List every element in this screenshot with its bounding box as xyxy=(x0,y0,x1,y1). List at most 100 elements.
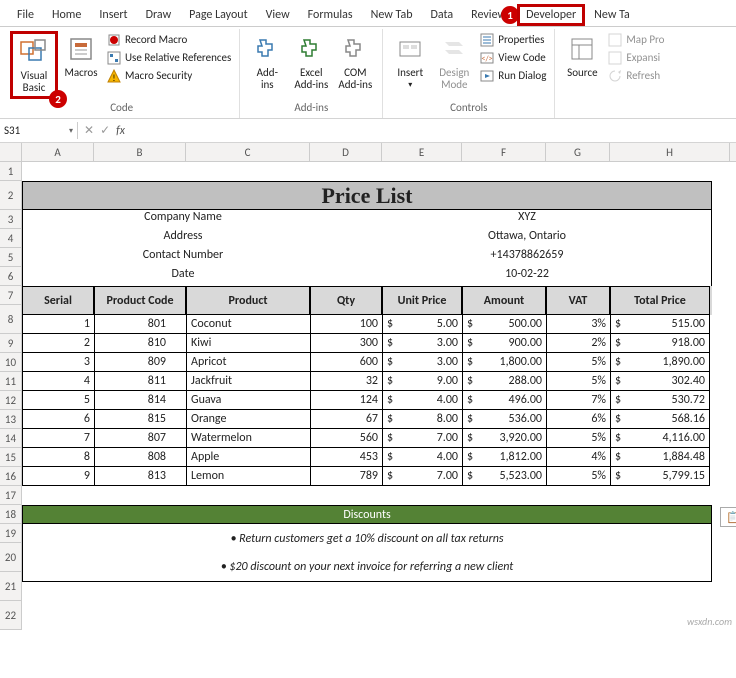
col-header-g[interactable]: G xyxy=(546,143,610,161)
table-row[interactable]: 1801Coconut100$5.00$500.003%$515.00 xyxy=(22,315,712,334)
tab-page-layout[interactable]: Page Layout xyxy=(180,4,256,26)
discount-line-2: • $20 discount on your next invoice for … xyxy=(23,553,711,582)
formula-bar-row: S31 ▾ ✕ ✓ fx xyxy=(0,119,736,143)
table-row[interactable]: 2810Kiwi300$3.00$900.002%$918.00 xyxy=(22,334,712,353)
col-header-f[interactable]: F xyxy=(462,143,546,161)
insert-control-button[interactable]: Insert ▾ xyxy=(389,31,431,92)
tab-new-tab[interactable]: New Tab xyxy=(362,4,422,26)
table-cell: 560 xyxy=(310,429,382,448)
refresh-button[interactable]: Refresh xyxy=(605,67,666,84)
table-cell: $1,812.00 xyxy=(462,448,546,467)
relative-refs-button[interactable]: Use Relative References xyxy=(104,49,233,66)
tab-insert[interactable]: Insert xyxy=(90,4,136,26)
cancel-formula-icon[interactable]: ✕ xyxy=(84,123,94,138)
col-header-e[interactable]: E xyxy=(382,143,462,161)
record-macro-button[interactable]: Record Macro xyxy=(104,31,233,48)
table-cell: 7% xyxy=(546,391,610,410)
excel-addins-button[interactable]: Excel Add-ins xyxy=(290,31,332,93)
table-row[interactable]: 4811Jackfruit32$9.00$288.005%$302.40 xyxy=(22,372,712,391)
row-header-14[interactable]: 14 xyxy=(0,429,22,448)
table-row[interactable]: 5814Guava124$4.00$496.007%$530.72 xyxy=(22,391,712,410)
run-dialog-button[interactable]: Run Dialog xyxy=(477,67,548,84)
table-cell: 3% xyxy=(546,315,610,334)
table-row[interactable]: 9813Lemon789$7.00$5,523.005%$5,799.15 xyxy=(22,467,712,486)
row-header-15[interactable]: 15 xyxy=(0,448,22,467)
addins-button[interactable]: Add- ins xyxy=(246,31,288,93)
com-addins-button[interactable]: COM Add-ins xyxy=(334,31,376,93)
select-all-corner[interactable] xyxy=(0,143,22,161)
table-row[interactable]: 3809Apricot600$3.00$1,800.005%$1,890.00 xyxy=(22,353,712,372)
row-header-16[interactable]: 16 xyxy=(0,467,22,486)
tab-file[interactable]: File xyxy=(8,4,43,26)
tab-new-ta[interactable]: New Ta xyxy=(585,4,639,26)
map-properties-button[interactable]: Map Pro xyxy=(605,31,666,48)
table-header: Serial xyxy=(22,286,94,315)
confirm-formula-icon[interactable]: ✓ xyxy=(100,123,110,138)
tab-developer[interactable]: Developer xyxy=(517,4,585,26)
table-cell: Guava xyxy=(186,391,310,410)
col-header-b[interactable]: B xyxy=(94,143,186,161)
row-header-3[interactable]: 3 xyxy=(0,210,22,229)
tab-data[interactable]: Data xyxy=(422,4,463,26)
name-box[interactable]: S31 ▾ xyxy=(0,122,78,139)
row-header-2[interactable]: 2 xyxy=(0,181,22,210)
row-header-7[interactable]: 7 xyxy=(0,286,22,305)
table-row[interactable]: 7807Watermelon560$7.00$3,920.005%$4,116.… xyxy=(22,429,712,448)
table-cell: 2% xyxy=(546,334,610,353)
table-cell: 814 xyxy=(94,391,186,410)
info-label: Address xyxy=(23,229,343,248)
row-header-5[interactable]: 5 xyxy=(0,248,22,267)
info-row: Contact Number+14378862659 xyxy=(22,248,712,267)
table-row[interactable]: 8808Apple453$4.00$1,812.004%$1,884.48 xyxy=(22,448,712,467)
row-header-20[interactable]: 20 xyxy=(0,543,22,572)
table-cell: $1,890.00 xyxy=(610,353,710,372)
row-header-4[interactable]: 4 xyxy=(0,229,22,248)
row-header-6[interactable]: 6 xyxy=(0,267,22,286)
row-header-17[interactable]: 17 xyxy=(0,486,22,505)
tab-home[interactable]: Home xyxy=(43,4,90,26)
info-label: Date xyxy=(23,267,343,286)
design-mode-button[interactable]: Design Mode xyxy=(433,31,475,93)
table-cell: $4.00 xyxy=(382,448,462,467)
run-dialog-icon xyxy=(479,68,494,83)
ribbon-group-code: Visual Basic 2 Macros Record Macro Use R… xyxy=(4,29,240,118)
properties-button[interactable]: Properties xyxy=(477,31,548,48)
row-header-1[interactable]: 1 xyxy=(0,162,22,181)
row-header-8[interactable]: 8 xyxy=(0,305,22,334)
col-header-c[interactable]: C xyxy=(186,143,310,161)
macro-security-button[interactable]: ! Macro Security xyxy=(104,67,233,84)
source-button[interactable]: Source xyxy=(561,31,603,81)
row-header-22[interactable]: 22 xyxy=(0,601,22,630)
row-header-21[interactable]: 21 xyxy=(0,572,22,601)
row-header-13[interactable]: 13 xyxy=(0,410,22,429)
row-header-11[interactable]: 11 xyxy=(0,372,22,391)
row-header-9[interactable]: 9 xyxy=(0,334,22,353)
macros-button[interactable]: Macros xyxy=(60,31,102,81)
expansion-packs-button[interactable]: Expansi xyxy=(605,49,666,66)
paste-options-icon[interactable]: 📋 xyxy=(720,507,736,527)
view-code-button[interactable]: </> View Code xyxy=(477,49,548,66)
tab-draw[interactable]: Draw xyxy=(137,4,181,26)
row-header-10[interactable]: 10 xyxy=(0,353,22,372)
row-header-19[interactable]: 19 xyxy=(0,524,22,543)
fx-icon[interactable]: fx xyxy=(116,124,125,138)
relative-refs-icon xyxy=(106,50,121,65)
ribbon-group-addins: Add- ins Excel Add-ins COM Add-ins Add-i… xyxy=(240,29,383,118)
insert-control-icon xyxy=(397,33,423,65)
row-header-18[interactable]: 18 xyxy=(0,505,22,524)
macro-security-label: Macro Security xyxy=(125,69,192,82)
row-header-12[interactable]: 12 xyxy=(0,391,22,410)
table-cell: $1,800.00 xyxy=(462,353,546,372)
visual-basic-button[interactable]: Visual Basic xyxy=(13,34,55,96)
table-row[interactable]: 6815Orange67$8.00$536.006%$568.16 xyxy=(22,410,712,429)
expansion-label: Expansi xyxy=(626,51,660,64)
tab-view[interactable]: View xyxy=(257,4,299,26)
table-cell: 453 xyxy=(310,448,382,467)
formula-input[interactable] xyxy=(131,129,736,133)
col-header-d[interactable]: D xyxy=(310,143,382,161)
menu-bar: File Home Insert Draw Page Layout View F… xyxy=(0,0,736,27)
col-header-h[interactable]: H xyxy=(610,143,730,161)
info-row: Date10-02-22 xyxy=(22,267,712,286)
tab-formulas[interactable]: Formulas xyxy=(299,4,362,26)
col-header-a[interactable]: A xyxy=(22,143,94,161)
